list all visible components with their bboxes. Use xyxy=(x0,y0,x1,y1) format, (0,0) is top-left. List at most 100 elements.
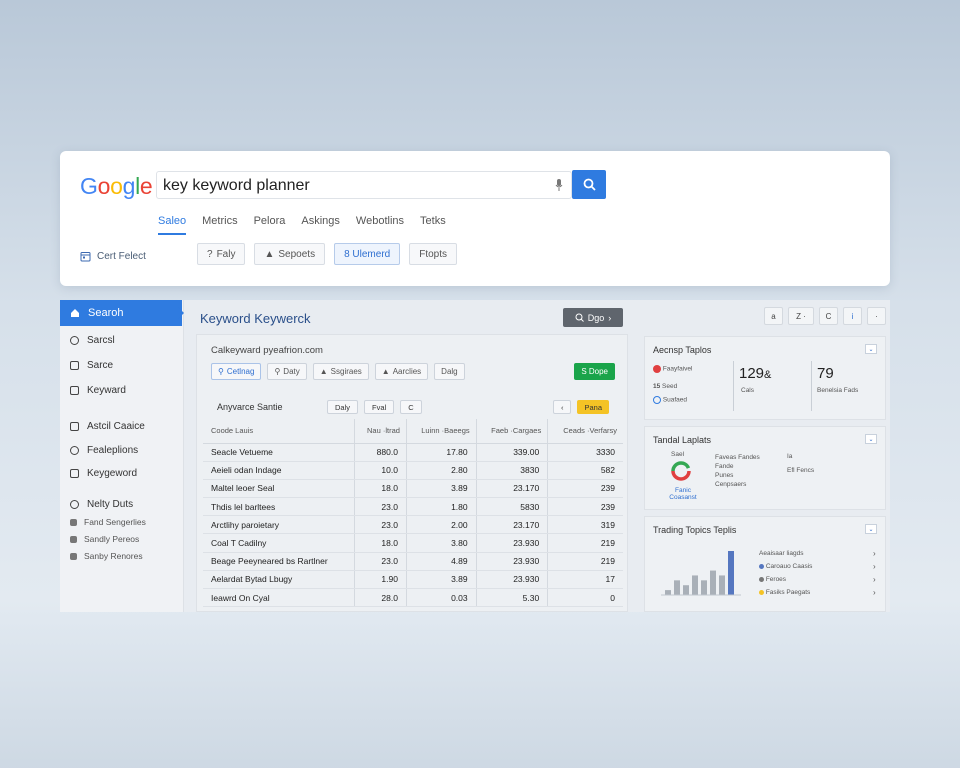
table-row[interactable]: Coal T Cadilny 18.0 3.80 23.930 219 xyxy=(203,533,623,553)
keyword-cell: Aeieli odan Indage xyxy=(203,461,355,480)
donut-chart-icon xyxy=(671,461,691,481)
tab-pelora[interactable]: Pelora xyxy=(254,215,286,235)
metric-cell: 17 xyxy=(547,570,623,590)
chip-ftopts[interactable]: Ftopts xyxy=(409,243,458,265)
sidebar-item-keygeword[interactable]: Keygeword xyxy=(70,468,137,479)
list-item[interactable]: Fasiks Paegats xyxy=(759,586,812,599)
green-action-button[interactable]: S Dope xyxy=(574,363,615,380)
chip-label: 8 Ulemerd xyxy=(344,248,391,260)
yellow-button[interactable]: Pana xyxy=(577,400,609,414)
column-header[interactable]: Luinn ·Baeegs xyxy=(405,419,477,444)
table-header-row: Coode Lauis Nau ·ltrad Luinn ·Baeegs Fae… xyxy=(203,419,623,444)
notification-icon[interactable]: a xyxy=(764,307,783,325)
list-item-label: Caroauo Caasis xyxy=(765,563,813,570)
filter-label: Daty xyxy=(283,367,300,376)
sidebar-item-keyward[interactable]: Keyward xyxy=(70,385,126,396)
tab-tetks[interactable]: Tetks xyxy=(420,215,446,235)
list-item[interactable]: Feroes xyxy=(759,573,812,586)
main-panel: Keyword Keywerck Dgo › Calkeyward pyeafr… xyxy=(186,300,632,612)
column-header[interactable]: Nau ·ltrad xyxy=(353,419,407,444)
chip-sepoets[interactable]: ▲ Sepoets xyxy=(254,243,326,265)
list-item[interactable]: Caroauo Caasis xyxy=(759,560,812,573)
legend-item: Fande xyxy=(715,463,734,470)
filter-chip-4[interactable]: ▲ Aarclies xyxy=(374,363,429,380)
table-row[interactable]: Ieawrd On Cyal 28.0 0.03 5.30 0 xyxy=(203,588,623,608)
table-row[interactable]: Aelardat Bytad Lbugy 1.90 3.89 23.930 17 xyxy=(203,570,623,590)
table-row[interactable]: Maltel leoer Seal 18.0 3.89 23.170 239 xyxy=(203,479,623,499)
bullet-icon xyxy=(759,589,764,595)
bar xyxy=(710,570,716,595)
list-item-label: Feroes xyxy=(765,576,787,583)
refresh-icon[interactable]: C xyxy=(819,307,838,325)
metric-cell: 23.0 xyxy=(353,552,407,571)
filter-chip-1[interactable]: ⚲ Cetlnag xyxy=(211,363,262,380)
chip-faly[interactable]: ? Faly xyxy=(197,243,246,265)
doc-icon xyxy=(70,518,77,526)
card-trending: Tandal Laplats ⌄ Sael Fanic Coasanst Fav… xyxy=(644,426,886,510)
chip-ulemerd[interactable]: 8 Ulemerd xyxy=(334,243,401,265)
chevron-down-icon[interactable]: ⌄ xyxy=(865,434,877,444)
sidebar-item-nelty[interactable]: Nelty Duts xyxy=(70,499,133,510)
tab-saleo[interactable]: Saleo xyxy=(158,215,187,235)
sidebar-subitem-1[interactable]: Fand Sengerlies xyxy=(70,517,146,527)
bar-chart xyxy=(661,551,741,596)
tab-webotlins[interactable]: Webotlins xyxy=(356,215,404,235)
divider xyxy=(733,361,734,411)
chevron-down-icon[interactable]: ⌄ xyxy=(865,344,877,354)
search-input[interactable] xyxy=(163,176,543,196)
search-box[interactable] xyxy=(156,171,572,199)
table-control-c[interactable]: C xyxy=(400,400,422,414)
chevron-right-icon[interactable]: › xyxy=(873,586,876,599)
sidebar-item-sarce[interactable]: Sarce xyxy=(70,360,113,371)
stat-primary: 129& xyxy=(739,365,771,382)
metric-cell: 28.0 xyxy=(353,588,407,608)
stat-label: Benelsia Fads xyxy=(817,387,859,394)
keyword-panel: Calkeyward pyeafrion.com ⚲ Cetlnag ⚲ Daty … xyxy=(196,334,628,612)
sidebar-item-sarcsl[interactable]: Sarcsl xyxy=(70,335,115,346)
filter-chip-2[interactable]: ⚲ Daty xyxy=(267,363,307,380)
donut-label: Fanic Coasanst xyxy=(669,487,697,501)
chevron-right-icon[interactable]: › xyxy=(873,547,876,560)
table-control-daly[interactable]: Daly xyxy=(327,400,359,414)
sidebar-subitem-3[interactable]: Sanby Renores xyxy=(70,551,143,561)
search-button[interactable] xyxy=(572,170,606,199)
card-title: Trading Topics Teplis xyxy=(653,525,737,535)
column-header[interactable]: Coode Lauis xyxy=(203,419,355,444)
filter-label: Ssgiraes xyxy=(330,367,362,376)
sort-icon[interactable]: Z · xyxy=(788,307,814,325)
chevron-down-icon[interactable]: ⌄ xyxy=(865,524,877,534)
cart-select[interactable]: Cert Felect xyxy=(80,251,146,262)
info-icon[interactable]: i xyxy=(843,307,862,325)
table-row[interactable]: Seacle Vetueme 880.0 17.80 339.00 3330 xyxy=(203,443,623,462)
tab-askings[interactable]: Askings xyxy=(301,215,340,235)
list-item[interactable]: Aeaisaar liagds xyxy=(759,547,812,560)
metric-label: Faayfaivel xyxy=(662,365,693,373)
filter-chip-3[interactable]: ▲ Ssgiraes xyxy=(312,363,369,380)
sidebar-item-astcil[interactable]: Astcil Caaice xyxy=(70,421,145,432)
filter-label: Aarclies xyxy=(392,367,422,376)
sidebar-subitem-2[interactable]: Sandly Pereos xyxy=(70,534,139,544)
chip-label: Faly xyxy=(216,248,236,260)
search-icon xyxy=(583,178,596,191)
metric-cell: 219 xyxy=(547,552,623,571)
table-row[interactable]: Beage Peeyneared bs Rartlner 23.0 4.89 23.9… xyxy=(203,552,623,571)
sidebar-item-fealeplions[interactable]: Fealeplions xyxy=(70,445,138,456)
dropdown-chevron-icon[interactable]: ‹ xyxy=(552,400,572,414)
chevron-right-icon[interactable]: › xyxy=(873,560,876,573)
table-row[interactable]: Aeieli odan Indage 10.0 2.80 3830 582 xyxy=(203,461,623,480)
more-icon[interactable]: · xyxy=(867,307,886,325)
table-row[interactable]: Arctlihy paroietary 23.0 2.00 23.170 319 xyxy=(203,515,623,535)
cart-select-label: Cert Felect xyxy=(97,251,146,262)
keyword-cell: Thdis lel barltees xyxy=(203,497,355,517)
column-header[interactable]: Ceads ·Verfarsy xyxy=(547,419,623,444)
table-row[interactable]: Thdis lel barltees 23.0 1.80 5830 239 xyxy=(203,497,623,517)
go-button[interactable]: Dgo › xyxy=(563,308,623,327)
filter-chip-5[interactable]: Dalg xyxy=(434,363,465,380)
chevron-right-icon[interactable]: › xyxy=(873,573,876,586)
sidebar-item-search[interactable]: Searoh xyxy=(60,300,182,326)
table-control-fval[interactable]: Fval xyxy=(364,400,395,414)
tab-metrics[interactable]: Metrics xyxy=(202,215,237,235)
mic-icon[interactable] xyxy=(555,178,563,192)
floor-reflection xyxy=(0,610,960,768)
column-header[interactable]: Faeb ·Cargaes xyxy=(475,419,548,444)
